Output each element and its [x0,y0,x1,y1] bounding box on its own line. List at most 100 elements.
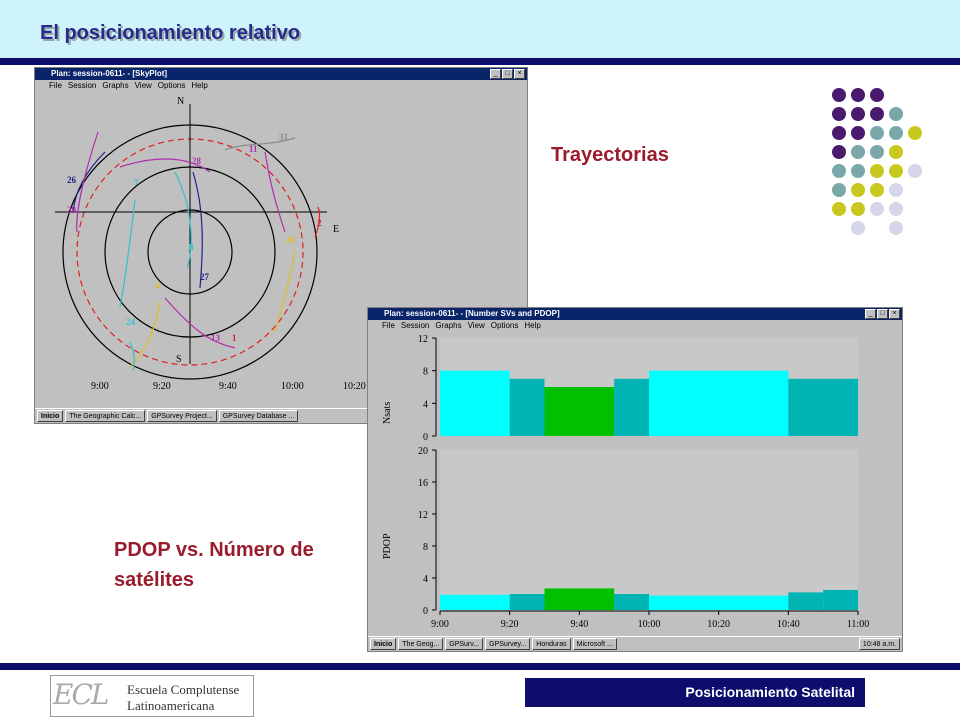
skyplot-titlebar[interactable]: Plan: session-0611- - [SkyPlot] [35,68,527,80]
sat-20: 20 [286,235,296,245]
decorative-dot [870,126,884,140]
decorative-dot [851,126,865,140]
decorative-dot [851,164,865,178]
skyplot-menubar: File Session Graphs View Options Help [35,80,527,92]
time-tick-1020: 10:20 [343,381,366,392]
pdop-taskbar: Inicio The Geog... GPSurv... GPSurvey...… [368,636,902,651]
decorative-dot [908,164,922,178]
pdop-x-tick-label: 9:00 [431,619,449,630]
pdop-axis-label: PDOP [382,533,393,559]
compass-south: S [176,354,182,365]
pdop-label-line1: PDOP vs. Número de [114,539,314,561]
sat-8: 8 [189,242,194,252]
taskbar-item[interactable]: The Geog... [398,638,444,650]
decorative-dot [851,221,865,235]
menu-view[interactable]: View [135,80,152,92]
logo-mark: ECL [53,678,109,711]
nsats-y-tick-label: 12 [418,334,428,345]
menu-session[interactable]: Session [401,320,429,332]
menu-help[interactable]: Help [191,80,207,92]
nsats-bar [614,378,649,436]
nsats-pdop-chart: Nsats PDOP 128402016128409:00 9:20 9:40 10:… [382,334,869,630]
taskbar-item[interactable]: GPSurvey Project... [147,410,217,422]
nsats-y-tick-label: 8 [423,367,428,378]
track-20 [274,249,296,333]
pdop-bar [823,590,858,610]
time-tick-900: 9:00 [91,381,109,392]
time-tick-940: 9:40 [219,381,237,392]
sat-28: 28 [192,156,202,166]
taskbar-item[interactable]: GPSurv... [445,638,484,650]
nsats-bar [788,378,858,436]
decorative-dot [832,107,846,121]
start-button[interactable]: Inicio [370,638,397,650]
pdop-bar [440,594,510,610]
menu-view[interactable]: View [468,320,485,332]
decorative-dot [889,183,903,197]
decorative-dot [889,221,903,235]
menu-file[interactable]: File [49,80,62,92]
nsats-y-tick-label: 4 [423,399,428,410]
decorative-dot [851,145,865,159]
school-logo: ECL Escuela Complutense Latinoamericana [50,675,254,717]
pdop-window[interactable]: Plan: session-0611- - [Number SVs and PD… [367,307,903,652]
pdop-y-tick-label: 0 [423,606,428,617]
sat-2: 2 [317,218,322,228]
menu-options[interactable]: Options [491,320,519,332]
pdop-x-tick-label: 10:40 [777,619,800,630]
decorative-dot [832,145,846,159]
taskbar-item[interactable]: Microsoft ... [572,638,617,650]
menu-graphs[interactable]: Graphs [435,320,461,332]
close-button[interactable]: × [889,309,900,319]
maximize-button[interactable]: □ [877,309,888,319]
pdop-y-tick-label: 16 [418,478,428,489]
sat-24: 24 [126,317,136,327]
minimize-button[interactable]: _ [490,69,501,79]
menu-options[interactable]: Options [158,80,186,92]
time-tick-1000: 10:00 [281,381,304,392]
decorative-dot [851,202,865,216]
pdop-label-line2: satélites [114,569,195,591]
sat-4: 4 [155,281,160,291]
taskbar-clock: 10:48 a.m. [858,638,900,650]
close-button[interactable]: × [514,69,525,79]
taskbar-item[interactable]: Honduras [532,638,571,650]
pdop-x-tick-label: 10:20 [707,619,730,630]
pdop-x-tick-label: 10:00 [638,619,661,630]
pdop-label: PDOP vs. Número de satélites [114,535,314,595]
track-13 [164,297,236,349]
decorative-dot-grid [830,86,930,236]
minimize-button[interactable]: _ [865,309,876,319]
track-7 [119,199,136,308]
nsats-bar [649,370,789,436]
nsats-axis-label: Nsats [382,402,393,424]
sat-29: 29 [67,205,77,215]
skyplot-title: Plan: session-0611- - [SkyPlot] [51,69,168,78]
decorative-dot [851,183,865,197]
compass-north: N [177,96,184,107]
sat-31: 31 [279,132,289,142]
menu-session[interactable]: Session [68,80,96,92]
pdop-bar [649,595,789,610]
sat-1: 1 [232,333,237,343]
start-button[interactable]: Inicio [37,410,64,422]
nsats-bar [440,370,510,436]
compass-east: E [333,224,339,235]
taskbar-item[interactable]: GPSurvey Database ... [218,410,299,422]
menu-file[interactable]: File [382,320,395,332]
pdop-y-tick-label: 8 [423,542,428,553]
menu-graphs[interactable]: Graphs [102,80,128,92]
nsats-bar [544,387,615,436]
decorative-dot [889,126,903,140]
pdop-y-tick-label: 20 [418,446,428,457]
taskbar-item[interactable]: The Geographic Calc... [65,410,146,422]
decorative-dot [851,88,865,102]
menu-help[interactable]: Help [524,320,540,332]
pdop-titlebar[interactable]: Plan: session-0611- - [Number SVs and PD… [368,308,902,320]
track-27 [192,171,203,289]
maximize-button[interactable]: □ [502,69,513,79]
decorative-dot [870,164,884,178]
decorative-dot [908,126,922,140]
taskbar-item[interactable]: GPSurvey... [485,638,531,650]
decorative-dot [870,88,884,102]
